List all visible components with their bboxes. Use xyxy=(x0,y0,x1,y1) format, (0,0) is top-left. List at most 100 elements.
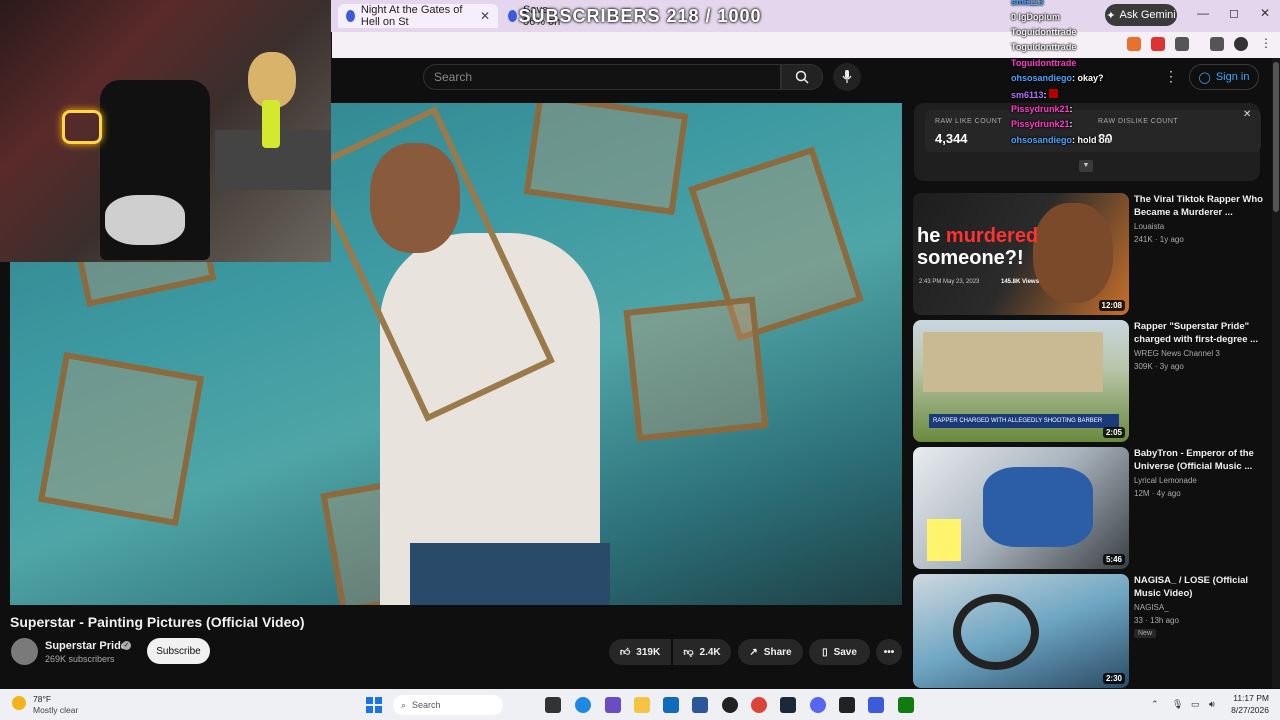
recommendation-channel[interactable]: WREG News Channel 3 xyxy=(1134,349,1220,358)
weather-description: Mostly clear xyxy=(33,705,79,715)
performer-jeans xyxy=(410,543,610,605)
scrollbar-thumb[interactable] xyxy=(1273,62,1279,212)
chat-username: Pissydrunk21 xyxy=(1011,104,1070,114)
browser-tab-night-at-gates[interactable]: Night At the Gates of Hell on St ✕ xyxy=(338,4,498,28)
steam-icon[interactable] xyxy=(780,697,796,713)
recommendation-channel[interactable]: Lyrical Lemonade xyxy=(1134,476,1197,485)
recommendation-thumbnail[interactable]: he murdered someone?! 2:43 PM May 23, 20… xyxy=(913,193,1129,315)
sign-in-button[interactable]: ◯ Sign in xyxy=(1189,64,1259,90)
video-duration: 12:08 xyxy=(1098,300,1125,311)
maximize-button[interactable]: ◻ xyxy=(1224,6,1244,20)
chrome-icon[interactable] xyxy=(751,697,767,713)
chat-username: Pissydrunk21 xyxy=(1011,119,1070,129)
more-actions-button[interactable]: ••• xyxy=(876,639,902,665)
clock-date[interactable]: 8/27/2026 xyxy=(1224,705,1269,715)
chat-text: : okay? xyxy=(1072,73,1104,83)
search-button[interactable] xyxy=(781,64,823,90)
recommendation-channel[interactable]: NAGISA_ xyxy=(1134,603,1169,612)
browser-tab-save[interactable]: Save 56% on xyxy=(500,4,580,28)
media-icon[interactable] xyxy=(1210,37,1224,51)
microphone-icon[interactable]: 🎙︎ xyxy=(1172,699,1183,710)
neon-sign xyxy=(62,110,102,144)
search-input[interactable]: Search xyxy=(423,64,781,90)
chat-username: 0 IgDopium xyxy=(1011,12,1060,22)
outlook-icon[interactable] xyxy=(663,697,679,713)
recommendation-title[interactable]: The Viral Tiktok Rapper Who Became a Mur… xyxy=(1134,193,1264,219)
chevron-down-icon[interactable]: ▼ xyxy=(1079,160,1093,172)
minimize-button[interactable]: — xyxy=(1193,6,1213,20)
recommendation-thumbnail[interactable]: 5:46 xyxy=(913,447,1129,569)
streamer-webcam xyxy=(0,0,331,262)
discord-icon[interactable] xyxy=(810,697,826,713)
more-icon: ••• xyxy=(883,646,895,658)
volume-icon[interactable]: 🔊︎ xyxy=(1209,699,1215,710)
painting-frame xyxy=(623,296,769,442)
like-button[interactable]: 👍︎ 319K xyxy=(609,639,671,665)
recommendation-meta: 241K · 1y ago xyxy=(1134,235,1184,244)
obs-icon[interactable] xyxy=(722,697,738,713)
task-view-icon[interactable] xyxy=(545,697,561,713)
app-icon[interactable] xyxy=(868,697,884,713)
save-button[interactable]: ▯ Save xyxy=(809,639,870,665)
recommendation-channel[interactable]: Louaista xyxy=(1134,222,1164,231)
channel-avatar[interactable] xyxy=(11,638,38,665)
thumbnail-date: 2:43 PM May 23, 2023 xyxy=(919,279,980,285)
recommendation-title[interactable]: BabyTron - Emperor of the Universe (Offi… xyxy=(1134,447,1264,473)
taskbar-search[interactable]: ⌕ Search xyxy=(393,695,503,715)
puzzle-icon[interactable] xyxy=(1175,37,1189,51)
ask-gemini-button[interactable]: ✦ Ask Gemini xyxy=(1105,4,1177,26)
chat-message: Pissydrunk21: xyxy=(1011,119,1073,129)
chat-username: Toguidonttrade xyxy=(1011,58,1077,68)
raw-count-box xyxy=(925,110,1261,152)
share-button[interactable]: ↗ Share xyxy=(738,639,803,665)
channel-name[interactable]: Superstar Pride xyxy=(45,640,127,652)
search-icon xyxy=(795,70,809,84)
profile-icon[interactable] xyxy=(1234,37,1248,51)
video-title: Superstar - Painting Pictures (Official … xyxy=(10,614,305,630)
chat-message: sm6113: xyxy=(1011,89,1059,100)
chat-message: ohsosandiego: okay? xyxy=(1011,73,1104,83)
video-duration: 5:46 xyxy=(1102,554,1125,565)
edge-icon[interactable] xyxy=(575,697,591,713)
bottle xyxy=(262,100,280,148)
share-label: Share xyxy=(763,646,792,658)
recommendation-meta: 309K · 3y ago xyxy=(1134,362,1184,371)
windows-start-button[interactable] xyxy=(366,697,382,713)
recommendation-title[interactable]: NAGISA_ / LOSE (Official Music Video) xyxy=(1134,574,1264,600)
file-explorer-icon[interactable] xyxy=(634,697,650,713)
subscribe-button[interactable]: Subscribe xyxy=(147,638,210,664)
chat-message: Toguidonttrade xyxy=(1011,27,1076,37)
weather-moon-icon[interactable] xyxy=(12,696,26,710)
steam-icon xyxy=(508,10,517,22)
recommendation-title[interactable]: Rapper "Superstar Pride" charged with fi… xyxy=(1134,320,1264,346)
teams-icon[interactable] xyxy=(605,697,621,713)
close-tab-icon[interactable]: ✕ xyxy=(480,9,490,23)
like-count: 319K xyxy=(636,646,661,658)
store-icon[interactable] xyxy=(692,697,708,713)
tab-label: Save 56% on xyxy=(522,4,561,28)
chevron-up-icon[interactable]: ⌃ xyxy=(1151,699,1159,710)
raw-like-label: RAW LIKE COUNT xyxy=(935,118,1003,125)
dislike-button[interactable]: 👎︎ 2.4K xyxy=(673,639,731,665)
chat-username: ohsosandiego xyxy=(1011,135,1073,145)
verified-icon: ✓ xyxy=(122,641,131,650)
extension-icon[interactable] xyxy=(1151,37,1165,51)
recommendation-meta: 12M · 4y ago xyxy=(1134,489,1181,498)
epic-games-icon[interactable] xyxy=(839,697,855,713)
network-icon[interactable]: ▭ xyxy=(1191,699,1200,710)
extension-icon[interactable] xyxy=(1127,37,1141,51)
recommendation-thumbnail[interactable]: 2:30 xyxy=(913,574,1129,688)
painting-frame xyxy=(523,103,689,216)
recommendation-thumbnail[interactable]: RAPPER CHARGED WITH ALLEGEDLY SHOOTING B… xyxy=(913,320,1129,442)
clock-time[interactable]: 11:17 PM xyxy=(1224,693,1269,703)
xbox-icon[interactable] xyxy=(898,697,914,713)
chat-message: sm6113 xyxy=(1011,0,1044,7)
browser-menu-icon[interactable]: ⋮ xyxy=(1260,36,1272,50)
weather-temperature[interactable]: 78°F xyxy=(33,694,51,704)
settings-menu-icon[interactable]: ⋮ xyxy=(1164,68,1178,85)
recommendation-meta: 33 · 13h ago xyxy=(1134,616,1179,625)
voice-search-button[interactable] xyxy=(833,63,861,91)
video-duration: 2:30 xyxy=(1102,673,1125,684)
close-icon[interactable]: ✕ xyxy=(1243,109,1251,120)
close-window-button[interactable]: ✕ xyxy=(1255,6,1275,20)
